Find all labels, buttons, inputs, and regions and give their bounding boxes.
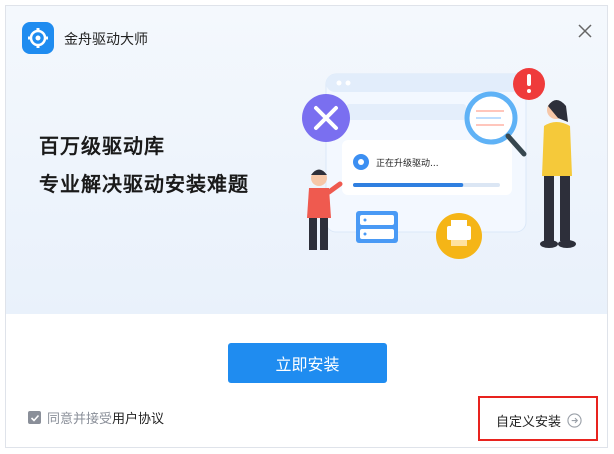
close-icon[interactable] — [576, 22, 594, 40]
check-icon — [30, 414, 39, 422]
app-logo-icon — [22, 22, 54, 54]
install-now-button[interactable]: 立即安装 — [228, 343, 387, 383]
custom-install-button[interactable]: 自定义安装 — [496, 411, 582, 430]
custom-install-label: 自定义安装 — [496, 415, 562, 430]
progress-fill — [353, 183, 464, 187]
woman-figure — [540, 100, 576, 248]
agreement-row: 同意并接受 用户协议 — [28, 408, 164, 427]
slogan-line-1: 百万级驱动库 — [39, 134, 165, 158]
user-agreement-link[interactable]: 用户协议 — [112, 408, 164, 427]
progress-text: 正在升级驱动... — [376, 157, 439, 169]
slogan-line-2: 专业解决驱动安装难题 — [39, 172, 249, 196]
title-bar: 金舟驱动大师 — [6, 6, 607, 62]
agree-checkbox[interactable] — [28, 411, 41, 424]
hero-illustration: 正在升级驱动... — [302, 68, 576, 259]
agree-label: 同意并接受 — [47, 412, 113, 427]
installer-window: 金舟驱动大师 百万级驱动库 专业解决驱动安装难题 正在升级驱动... 立即安装 … — [5, 5, 608, 448]
hero-banner: 金舟驱动大师 百万级驱动库 专业解决驱动安装难题 正在升级驱动... — [6, 6, 607, 314]
arrow-right-circle-icon — [567, 413, 582, 428]
app-title: 金舟驱动大师 — [64, 32, 148, 48]
custom-install-highlight: 自定义安装 — [478, 396, 598, 441]
